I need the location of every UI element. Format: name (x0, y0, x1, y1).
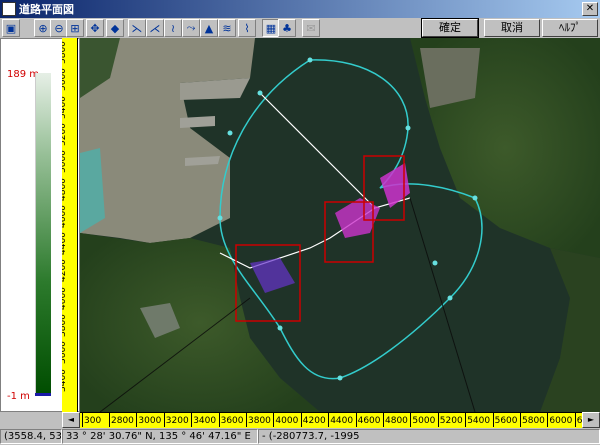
vertical-ruler-tick: 3800 (62, 314, 77, 341)
vertical-ruler-tick-label: 5400 (62, 95, 68, 119)
vertical-ruler-tick-label: 4000 (62, 286, 68, 310)
horizontal-ruler-tick-label: 4400 (328, 413, 354, 427)
horizontal-ruler-tick-label: 4800 (383, 413, 408, 427)
title-bar: 道路平面図 ✕ (0, 0, 600, 18)
fit-extent-icon[interactable]: ⊞ (66, 19, 84, 37)
status-projected-coords: - (-280773.7, -1995 (258, 429, 600, 444)
status-latlon: 33 ° 28' 30.76" N, 135 ° 46' 47.16" E (62, 429, 258, 444)
horizontal-ruler-tick-label: 300 (81, 413, 102, 427)
horizontal-ruler-tick-label: 6000 (547, 413, 573, 427)
vertical-ruler-tick-label: 3800 (62, 314, 68, 337)
cancel-button[interactable]: 取消 (484, 19, 540, 37)
horizontal-ruler-tick-label: 5000 (410, 413, 436, 427)
vertical-ruler-tick-label: 5000 (62, 150, 68, 174)
status-map-coords: (3558.4, 5375.7) (0, 429, 62, 444)
vertical-ruler-tick: 5200 (62, 122, 77, 150)
legend-min-label: -1 m (7, 391, 30, 402)
horizontal-ruler-tick-label: 5600 (492, 413, 518, 427)
tree-icon[interactable]: ♣ (278, 19, 296, 37)
vertical-ruler-tick-label: 4400 (62, 232, 68, 256)
horizontal-ruler-tick-label: 3400 (191, 413, 217, 427)
horizontal-ruler: 300 2800 3000 3200 3400 3600 3800 4000 4200 4400 4… (80, 412, 600, 428)
vertical-ruler-tick-label: 4200 (62, 259, 68, 283)
vertical-ruler-tick-label: 4600 (62, 204, 68, 228)
close-icon[interactable]: ✕ (582, 2, 598, 16)
app-icon (2, 2, 16, 16)
vertical-ruler-tick: 4800 (62, 177, 77, 205)
vertical-ruler-tick-label: 5200 (62, 122, 68, 146)
diamond-marker-icon[interactable]: ◆ (106, 19, 124, 37)
elevation-color-bar (35, 73, 51, 395)
vertical-ruler-tick: 5800 (62, 41, 77, 68)
mail-icon[interactable]: ✉ (302, 19, 320, 37)
horizontal-ruler-tick-label: 3200 (163, 413, 189, 427)
vertical-ruler-tick: 4200 (62, 259, 77, 286)
polyline-2-icon[interactable]: ⋌ (146, 19, 164, 37)
polyline-1-icon[interactable]: ⋋ (128, 19, 146, 37)
vertical-ruler-tick-label: 3600 (62, 341, 68, 365)
section-icon[interactable]: ⌇ (238, 19, 256, 37)
vertical-ruler-tick-label: 4800 (62, 177, 68, 201)
confirm-button[interactable]: 確定 (421, 18, 479, 38)
window-title: 道路平面図 (19, 3, 74, 16)
vertical-ruler-tick: 4400 (62, 232, 77, 259)
vertical-ruler-tick: 5600 (62, 68, 77, 95)
vertical-ruler-tick: 5000 (62, 150, 77, 177)
vertical-ruler: 5800 5600 5400 5200 5000 4800 4600 4400 4200 4000… (62, 38, 78, 412)
horizontal-ruler-tick-label: 5800 (520, 413, 545, 427)
legend-sea-level-marker (35, 393, 51, 396)
horizontal-ruler-tick-label: 4000 (273, 413, 299, 427)
vertical-ruler-tick: 4000 (62, 286, 77, 314)
horizontal-ruler-tick-label: 2800 (109, 413, 134, 427)
curve-icon[interactable]: ≀ (164, 19, 182, 37)
vertical-ruler-tick-label: 3400 (62, 368, 68, 392)
scroll-right-icon[interactable]: ► (582, 412, 600, 428)
scroll-left-icon[interactable]: ◄ (62, 412, 80, 428)
pan-icon[interactable]: ✥ (86, 19, 104, 37)
vertical-ruler-tick-label: 5600 (62, 68, 68, 92)
horizontal-ruler-tick-label: 3000 (136, 413, 162, 427)
map-view[interactable] (80, 38, 600, 412)
help-button[interactable]: ﾍﾙﾌﾟ (542, 19, 598, 37)
vertical-ruler-tick-label: 5800 (62, 41, 68, 64)
route-icon[interactable]: ⤳ (182, 19, 200, 37)
vertical-ruler-tick: 5400 (62, 95, 77, 123)
horizontal-ruler-tick-label: 5400 (465, 413, 491, 427)
open-folder-icon[interactable]: ▣ (2, 19, 20, 37)
horizontal-ruler-tick-label: 5200 (437, 413, 463, 427)
vertical-ruler-tick: 3400 (62, 368, 77, 396)
horizontal-ruler-tick-label: 4600 (355, 413, 381, 427)
vertical-ruler-tick: 4600 (62, 204, 77, 232)
horizontal-ruler-tick-label: 4200 (300, 413, 326, 427)
terrain-icon[interactable]: ▲ (200, 19, 218, 37)
toolbar: 確定 取消 ﾍﾙﾌﾟ ▣ ⊕ ⊖ ⊞ ✥ ◆ ⋋ ⋌ ≀ ⤳ ▲ ≋ ⌇ ▦ ♣ ✉ (0, 18, 600, 38)
water-icon[interactable]: ≋ (218, 19, 236, 37)
aerial-map (80, 38, 600, 412)
vertical-ruler-tick: 3600 (62, 341, 77, 368)
horizontal-ruler-tick-label: 3800 (246, 413, 271, 427)
status-bar: (3558.4, 5375.7) 33 ° 28' 30.76" N, 135 … (0, 428, 600, 445)
horizontal-ruler-tick-label: 3600 (218, 413, 244, 427)
